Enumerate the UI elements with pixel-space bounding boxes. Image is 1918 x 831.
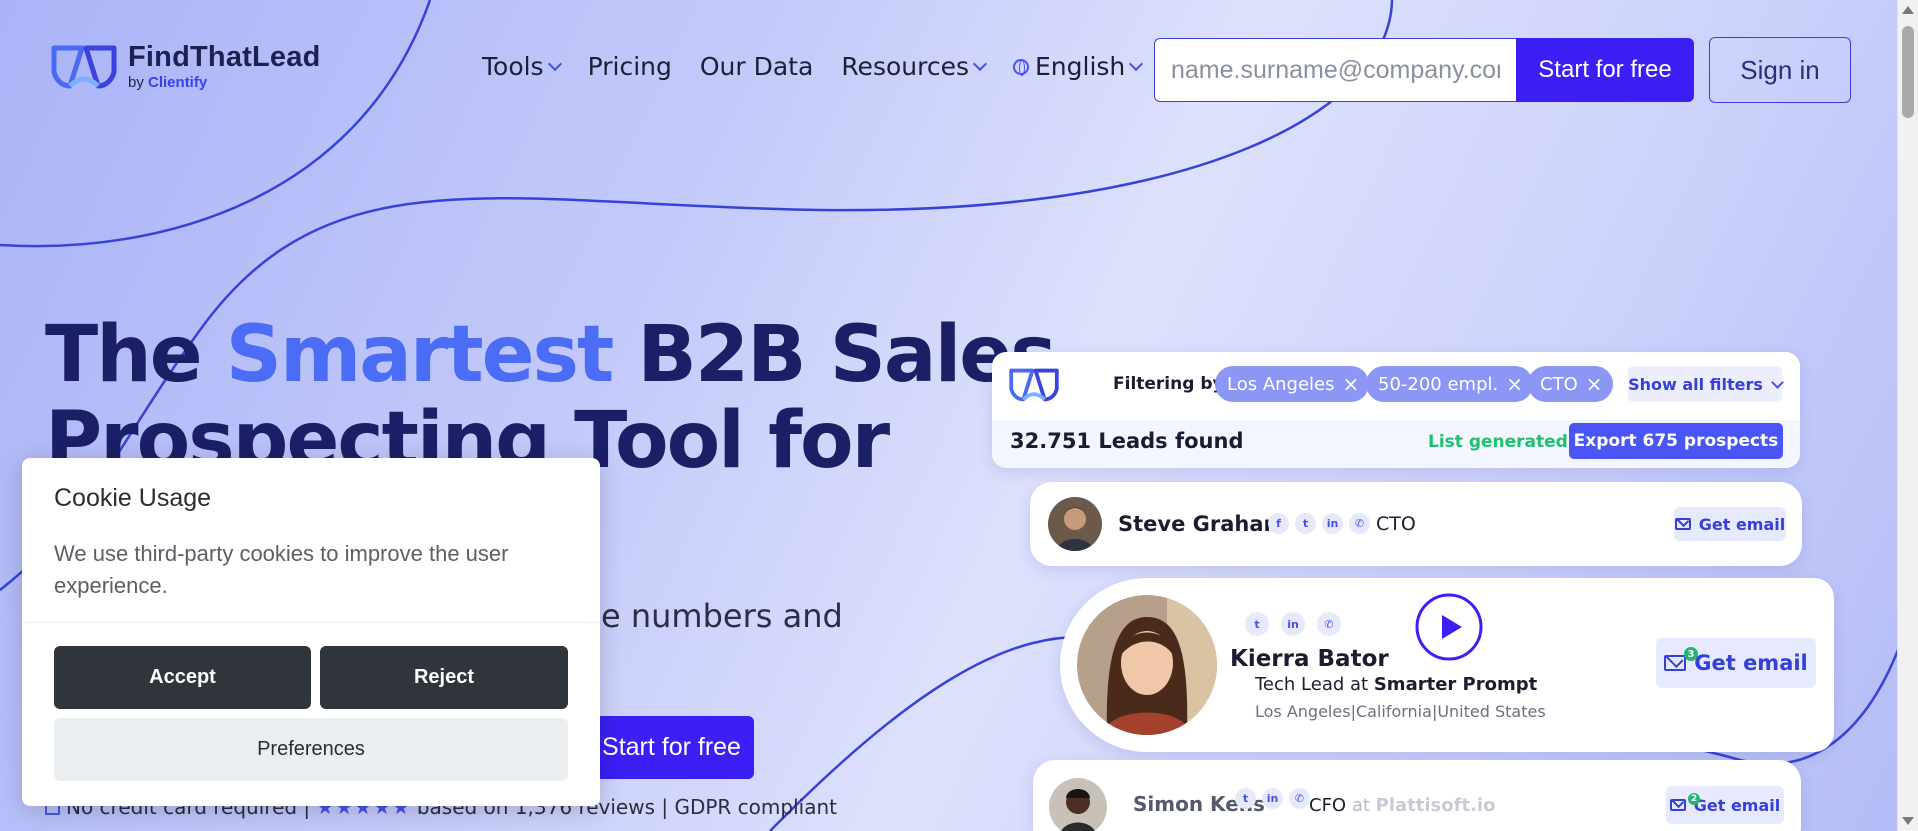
language-label: English [1035, 52, 1126, 81]
lead-at: at [1350, 674, 1369, 695]
cookie-text: We use third-party cookies to improve th… [54, 541, 509, 598]
play-icon[interactable] [1414, 592, 1484, 662]
filter-card: Filtering by: Los Angeles × 50-200 empl. ×… [992, 352, 1800, 468]
mail-icon [1669, 799, 1686, 811]
chip-label: Los Angeles [1227, 373, 1335, 395]
logo[interactable]: FindThatLead by Clientify [50, 42, 321, 92]
filter-chip[interactable]: 50-200 empl. × [1366, 366, 1533, 402]
phone-icon[interactable]: ✆ [1317, 612, 1341, 636]
chevron-down-icon [547, 56, 562, 71]
close-icon[interactable]: × [1343, 374, 1360, 394]
lead-card: Steve Graham f t in ✆ CTO Get email [1030, 482, 1802, 566]
scroll-up-arrow-icon[interactable] [1902, 6, 1914, 14]
logo-name: FindThatLead [128, 41, 321, 73]
get-email-label: Get email [1693, 795, 1781, 815]
logo-byline: by Clientify [128, 74, 208, 91]
nav-item-tools[interactable]: Tools [482, 52, 562, 81]
lead-role: CTO [1376, 513, 1416, 535]
social-icons: f t in ✆ [1268, 513, 1370, 534]
chip-label: 50-200 empl. [1378, 373, 1499, 395]
divider [22, 622, 600, 623]
chevron-down-icon [1771, 375, 1784, 389]
nav-item-resources[interactable]: Resources [841, 52, 988, 81]
leads-found-count: 32.751 Leads found [1010, 429, 1244, 453]
email-count-badge: 2 [1688, 793, 1700, 805]
lead-position: CFO at Plattisoft.io [1309, 795, 1496, 816]
get-email-label: Get email [1698, 514, 1786, 534]
chevron-down-icon [972, 56, 988, 71]
close-icon[interactable]: × [1506, 374, 1523, 394]
close-icon[interactable]: × [1586, 374, 1603, 394]
phone-icon[interactable]: ✆ [1349, 513, 1370, 534]
hero-subtitle: e numbers and [601, 597, 843, 635]
scrollbar-thumb[interactable] [1902, 26, 1914, 118]
social-icons: t in ✆ [1245, 612, 1341, 636]
get-email-button[interactable]: Get email [1674, 507, 1786, 541]
nav-label: Pricing [587, 52, 672, 81]
main-nav: Tools Pricing Our Data Resources English [482, 52, 1169, 81]
get-email-button[interactable]: 3 Get email [1656, 638, 1816, 688]
get-email-button[interactable]: 2 Get email [1666, 786, 1784, 824]
sign-in-button[interactable]: Sign in [1709, 37, 1851, 103]
scrollbar[interactable] [1897, 0, 1918, 831]
scroll-down-arrow-icon[interactable] [1902, 817, 1914, 825]
lead-location: Los Angeles|California|United States [1255, 702, 1546, 721]
email-count-badge: 3 [1684, 647, 1698, 661]
nav-item-our-data[interactable]: Our Data [700, 52, 813, 81]
get-email-label: Get email [1694, 651, 1808, 675]
linkedin-icon[interactable]: in [1281, 612, 1305, 636]
twitter-icon[interactable]: t [1295, 513, 1316, 534]
start-for-free-button[interactable]: Start for free [1516, 38, 1694, 102]
facebook-icon[interactable]: f [1268, 513, 1289, 534]
export-prospects-button[interactable]: Export 675 prospects [1569, 423, 1783, 459]
phone-icon[interactable]: ✆ [1289, 788, 1310, 809]
accept-button[interactable]: Accept [54, 646, 311, 709]
mail-icon [1664, 655, 1687, 671]
filter-chip[interactable]: Los Angeles × [1215, 366, 1370, 402]
lead-position: Tech Lead at Smarter Prompt [1255, 674, 1537, 695]
avatar [1077, 595, 1217, 735]
lead-name: Steve Graham [1118, 512, 1286, 536]
lead-card-featured: t in ✆ Kierra Bator Tech Lead at Smarter… [1060, 578, 1834, 752]
list-generated-status: List generated! [1428, 432, 1576, 452]
filter-chip[interactable]: CTO × [1528, 366, 1613, 402]
mail-icon [1674, 518, 1691, 530]
nav-label: Resources [841, 52, 969, 81]
nav-label: Our Data [699, 52, 814, 81]
show-all-filters-label: Show all filters [1628, 374, 1763, 394]
email-input[interactable] [1154, 38, 1516, 102]
hero-start-for-free-button[interactable]: Start for free [575, 716, 754, 779]
twitter-icon[interactable]: t [1235, 788, 1256, 809]
preferences-button[interactable]: Preferences [54, 718, 568, 781]
linkedin-icon[interactable]: in [1262, 788, 1283, 809]
lead-role: CFO [1309, 795, 1347, 816]
results-bar: 32.751 Leads found List generated! Expor… [992, 420, 1800, 468]
lead-name: Kierra Bator [1230, 646, 1389, 672]
lead-card: Simon Kens t in ✆ CFO at Plattisoft.io 2… [1033, 760, 1801, 831]
cookie-dialog: Cookie Usage We use third-party cookies … [22, 458, 600, 806]
cookie-title: Cookie Usage [54, 484, 212, 512]
chevron-down-icon [1129, 56, 1144, 71]
reject-button[interactable]: Reject [320, 646, 568, 709]
nav-label: Tools [482, 52, 544, 81]
show-all-filters-button[interactable]: Show all filters [1628, 366, 1784, 402]
lead-company: Plattisoft.io [1375, 795, 1496, 816]
avatar [1049, 778, 1107, 831]
filtering-label: Filtering by: [1113, 374, 1231, 394]
linkedin-icon[interactable]: in [1322, 513, 1343, 534]
lead-company: Smarter Prompt [1373, 674, 1538, 695]
social-icons: t in ✆ [1235, 788, 1310, 809]
chip-label: CTO [1540, 373, 1578, 395]
lead-title: Tech Lead [1255, 674, 1345, 695]
twitter-icon[interactable]: t [1245, 612, 1269, 636]
language-selector[interactable]: English [1013, 52, 1144, 81]
findthatlead-logo-icon [1009, 368, 1059, 402]
nav-item-pricing[interactable]: Pricing [588, 52, 672, 81]
globe-icon [1013, 58, 1029, 76]
findthatlead-logo-icon [51, 45, 117, 89]
avatar [1048, 497, 1102, 551]
